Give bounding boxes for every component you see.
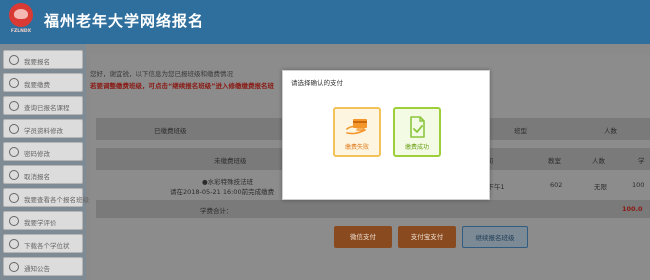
sidebar-item-label: 学员资料修改 — [24, 127, 63, 135]
sidebar-item-label: 我要报名 — [24, 58, 50, 66]
logo-text: FZLNDX — [10, 29, 32, 34]
site-title: 福州老年大学网络报名 — [44, 12, 205, 30]
pay-deadline: 请在2018-05-21 16:00前完成缴费 — [170, 188, 275, 196]
sidebar-item-label: 密码修改 — [24, 150, 50, 158]
payment-confirm-dialog: 请选择确认的支付 缴费失败 缴费成功 — [282, 70, 490, 200]
sidebar-item-pay[interactable]: 我要缴费 — [3, 73, 83, 92]
star-icon — [9, 216, 19, 226]
app-header: FZLNDX 福州老年大学网络报名 — [0, 0, 650, 44]
sidebar-item-label: 下载各个学位状 — [24, 242, 70, 250]
col-fee: 学 — [638, 157, 645, 165]
sidebar-item-label: 查询已报名课程 — [24, 104, 70, 112]
sidebar-item-label: 我要查看各个报名班级 — [24, 196, 89, 204]
sidebar-item-query-courses[interactable]: 查询已报名课程 — [3, 96, 83, 115]
wallet-icon — [9, 78, 19, 88]
search-icon — [9, 101, 19, 111]
notice-suffix: ”进入修缴缴费报名班 — [211, 82, 275, 90]
sidebar-item-register[interactable]: 我要报名 — [3, 50, 83, 69]
sidebar-item-cancel[interactable]: 取消报名 — [3, 165, 83, 184]
school-logo: FZLNDX — [6, 3, 36, 39]
sidebar-item-label: 我要学评价 — [24, 219, 57, 227]
lock-icon — [9, 147, 19, 157]
bell-icon — [9, 262, 19, 272]
alipay-button[interactable]: 支付宝支付 — [398, 226, 456, 248]
sidebar-item-change-password[interactable]: 密码修改 — [3, 142, 83, 161]
total-label: 学费合计： — [200, 207, 233, 215]
col-room: 教室 — [548, 157, 561, 165]
col-count: 人数 — [592, 157, 605, 165]
sidebar-item-label: 取消报名 — [24, 173, 50, 181]
sidebar: 我要报名 我要缴费 查询已报名课程 学员资料修改 密码修改 取消报名 我要查看各… — [0, 44, 89, 280]
continue-link[interactable]: 继续报名班级 — [172, 82, 211, 90]
edit-icon — [9, 124, 19, 134]
sidebar-item-label: 我要缴费 — [24, 81, 50, 89]
course-name: ●水彩特殊技法班 — [202, 178, 254, 186]
class-room: 602 — [550, 181, 563, 189]
failed-label: 缴费失败 — [344, 144, 369, 151]
list-icon — [9, 193, 19, 203]
sidebar-item-notices[interactable]: 通知公告 — [3, 257, 83, 276]
cancel-icon — [9, 170, 19, 180]
col-count: 人数 — [604, 127, 617, 135]
globe-icon — [9, 55, 19, 65]
payment-failed-option[interactable]: 缴费失败 — [333, 107, 381, 157]
sidebar-item-edit-profile[interactable]: 学员资料修改 — [3, 119, 83, 138]
total-row: 学费合计： 100.0 — [96, 200, 650, 218]
card-hand-icon — [346, 119, 367, 135]
paid-section-label: 已缴费班级 — [154, 127, 187, 135]
unpaid-section-label: 未缴费班级 — [214, 157, 247, 165]
class-fee: 100 — [632, 181, 645, 189]
dialog-title: 请选择确认的支付 — [291, 79, 343, 87]
download-icon — [9, 239, 19, 249]
class-count: 无限 — [594, 183, 607, 191]
logo-emblem-icon — [9, 3, 33, 27]
sidebar-item-label: 通知公告 — [24, 265, 50, 273]
total-value: 100.0 — [622, 205, 643, 213]
success-label: 缴费成功 — [404, 144, 429, 151]
document-check-icon — [410, 116, 425, 138]
sidebar-item-evaluate[interactable]: 我要学评价 — [3, 211, 83, 230]
continue-register-button[interactable]: 继续报名班级 — [462, 226, 528, 248]
col-class-type: 班型 — [514, 127, 527, 135]
greeting-notice: 您好，谢宜锐，以下信息为您已报班级和缴费情况 — [90, 70, 233, 78]
sidebar-item-view-classes[interactable]: 我要查看各个报名班级 — [3, 188, 89, 207]
payment-success-option[interactable]: 缴费成功 — [393, 107, 441, 157]
notice-prefix: 若要调整缴费班级，可点击“ — [90, 82, 173, 90]
wechat-pay-button[interactable]: 微信支付 — [334, 226, 392, 248]
sidebar-item-download[interactable]: 下载各个学位状 — [3, 234, 83, 253]
adjust-notice: 若要调整缴费班级，可点击“继续报名班级”进入修缴缴费报名班 — [90, 80, 274, 90]
